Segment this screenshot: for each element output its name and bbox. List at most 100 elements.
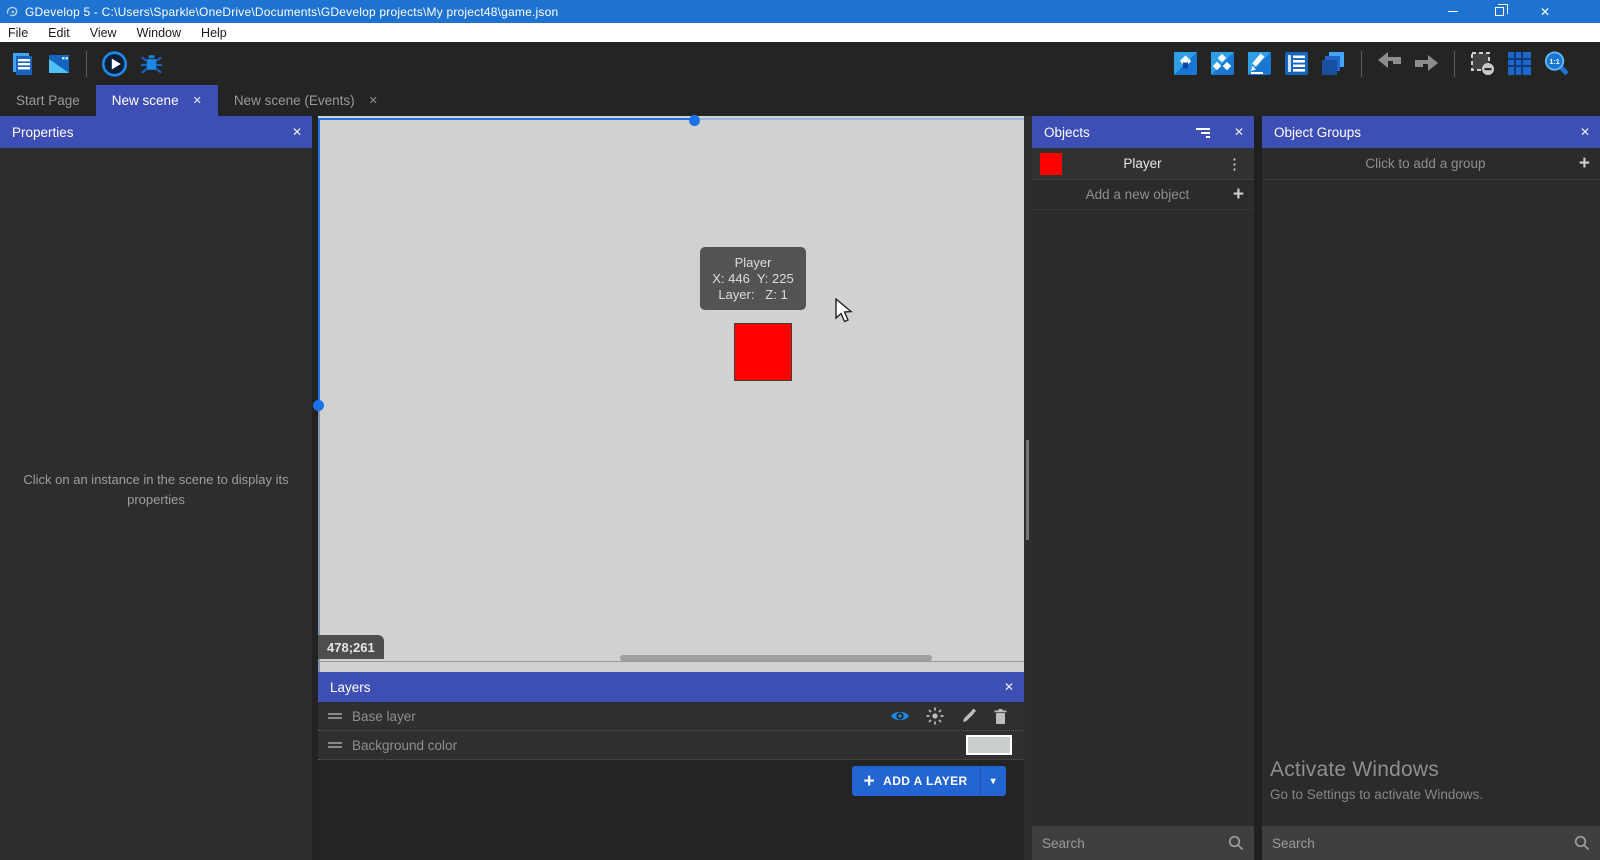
menu-window[interactable]: Window [127, 23, 191, 42]
object-groups-header: Object Groups ✕ [1262, 116, 1600, 148]
chevron-down-icon[interactable]: ▾ [981, 776, 1006, 787]
object-groups-editor-icon[interactable] [1209, 50, 1236, 77]
objects-header: Objects ✕ [1032, 116, 1254, 148]
menu-help[interactable]: Help [191, 23, 237, 42]
close-icon[interactable]: ✕ [292, 116, 302, 148]
layers-header: Layers ✕ [318, 672, 1024, 702]
panel-divider[interactable] [1254, 116, 1262, 860]
properties-panel: Properties ✕ Click on an instance in the… [0, 116, 312, 860]
windows-activation-watermark: Activate Windows Go to Settings to activ… [1270, 758, 1483, 802]
scene-window-border-top-ext [695, 118, 1024, 120]
menu-bar: File Edit View Window Help [0, 23, 1600, 42]
properties-pencil-icon[interactable] [1246, 50, 1273, 77]
redo-icon[interactable] [1413, 50, 1440, 77]
object-thumbnail [1040, 153, 1062, 175]
deselect-icon[interactable] [1469, 50, 1496, 77]
scene-window-border-top [318, 118, 695, 120]
close-icon[interactable]: ✕ [1004, 672, 1014, 702]
plus-icon: + [864, 772, 876, 791]
grid-icon[interactable] [1506, 50, 1533, 77]
delete-trash-icon[interactable] [993, 708, 1008, 725]
add-layer-button[interactable]: + ADD A LAYER ▾ [852, 766, 1006, 796]
undo-icon[interactable] [1376, 50, 1403, 77]
object-row-player[interactable]: Player ⋮ [1032, 148, 1254, 180]
layer-row-background[interactable]: Background color [318, 731, 1024, 760]
edit-pencil-icon[interactable] [960, 708, 977, 725]
scene-border-handle-left[interactable] [313, 400, 324, 411]
debugger-icon[interactable] [138, 50, 165, 77]
close-icon[interactable]: ✕ [1580, 116, 1590, 148]
editor-tabs: Start Page New scene ✕ New scene (Events… [0, 85, 1600, 116]
start-page-icon[interactable] [45, 50, 72, 77]
minimize-button[interactable] [1430, 0, 1476, 23]
scrollbar-gutter [1024, 116, 1032, 860]
scene-border-handle-top[interactable] [689, 115, 700, 126]
objects-search-bar [1032, 826, 1254, 860]
instance-tooltip: Player X: 446 Y: 225 Layer: Z: 1 [700, 247, 806, 310]
tab-close-icon[interactable]: ✕ [193, 94, 202, 107]
plus-icon: + [1233, 185, 1244, 204]
layer-row-base[interactable]: Base layer [318, 702, 1024, 731]
scene-window-border-left-ext [318, 411, 320, 672]
drag-handle-icon[interactable] [328, 740, 342, 750]
add-group-row[interactable]: Click to add a group + [1262, 148, 1600, 180]
objects-title: Objects [1044, 125, 1090, 140]
background-color-swatch[interactable] [966, 735, 1012, 755]
properties-title: Properties [12, 125, 74, 140]
close-button[interactable]: ✕ [1522, 0, 1568, 23]
zoom-1to1-icon[interactable]: 1:1 [1543, 50, 1570, 77]
menu-edit[interactable]: Edit [38, 23, 80, 42]
gdevelop-window: GDevelop 5 - C:\Users\Sparkle\OneDrive\D… [0, 0, 1600, 860]
tooltip-object-name: Player [735, 255, 772, 271]
scene-canvas[interactable]: Player X: 446 Y: 225 Layer: Z: 1 478;261 [318, 116, 1024, 672]
objects-search-input[interactable] [1042, 836, 1228, 851]
plus-icon: + [1579, 154, 1590, 173]
project-manager-icon[interactable] [8, 50, 35, 77]
layers-stack-icon[interactable] [1320, 50, 1347, 77]
horizontal-scrollbar-thumb[interactable] [620, 655, 932, 661]
instances-list-icon[interactable] [1283, 50, 1310, 77]
title-bar: GDevelop 5 - C:\Users\Sparkle\OneDrive\D… [0, 0, 1600, 23]
properties-header: Properties ✕ [0, 116, 312, 148]
layers-panel: Layers ✕ Base layer [318, 672, 1024, 860]
groups-search-bar [1262, 826, 1600, 860]
filter-icon[interactable] [1196, 126, 1210, 138]
add-layer-label: ADD A LAYER [883, 774, 967, 788]
search-icon [1574, 835, 1590, 851]
tab-new-scene[interactable]: New scene ✕ [96, 85, 218, 116]
add-object-row[interactable]: Add a new object + [1032, 180, 1254, 210]
menu-view[interactable]: View [80, 23, 127, 42]
play-preview-icon[interactable] [101, 50, 128, 77]
object-groups-title: Object Groups [1274, 125, 1361, 140]
tab-new-scene-events[interactable]: New scene (Events) ✕ [218, 85, 394, 116]
visibility-eye-icon[interactable] [890, 708, 910, 724]
kebab-menu-icon[interactable]: ⋮ [1223, 155, 1246, 173]
effects-icon[interactable] [926, 707, 944, 725]
object-name: Player [1062, 156, 1223, 171]
groups-search-input[interactable] [1272, 836, 1574, 851]
menu-file[interactable]: File [0, 23, 38, 42]
cursor-coordinates-badge: 478;261 [318, 635, 384, 659]
close-icon[interactable]: ✕ [1234, 116, 1244, 148]
search-icon [1228, 835, 1244, 851]
layers-title: Layers [330, 680, 371, 695]
scene-scrollbar-track [318, 661, 1024, 662]
watermark-title: Activate Windows [1270, 758, 1483, 782]
object-groups-panel: Object Groups ✕ Click to add a group + A… [1262, 116, 1600, 860]
main-toolbar: 1:1 [0, 42, 1600, 85]
scene-window-border-left [318, 118, 320, 405]
drag-handle-icon[interactable] [328, 711, 342, 721]
tab-start-page[interactable]: Start Page [0, 85, 96, 116]
tooltip-layer: Layer: Z: 1 [718, 287, 787, 303]
tooltip-position: X: 446 Y: 225 [712, 271, 793, 287]
properties-empty-message: Click on an instance in the scene to dis… [14, 470, 298, 510]
svg-text:1:1: 1:1 [1549, 57, 1559, 66]
layer-name: Base layer [352, 709, 880, 724]
vertical-scrollbar-thumb[interactable] [1026, 440, 1029, 540]
objects-panel: Objects ✕ Player ⋮ Add a new object + [1032, 116, 1254, 860]
restore-button[interactable] [1476, 0, 1522, 23]
player-instance[interactable] [734, 323, 792, 381]
gdevelop-logo-icon [5, 5, 19, 19]
objects-editor-icon[interactable] [1172, 50, 1199, 77]
tab-close-icon[interactable]: ✕ [369, 94, 378, 107]
